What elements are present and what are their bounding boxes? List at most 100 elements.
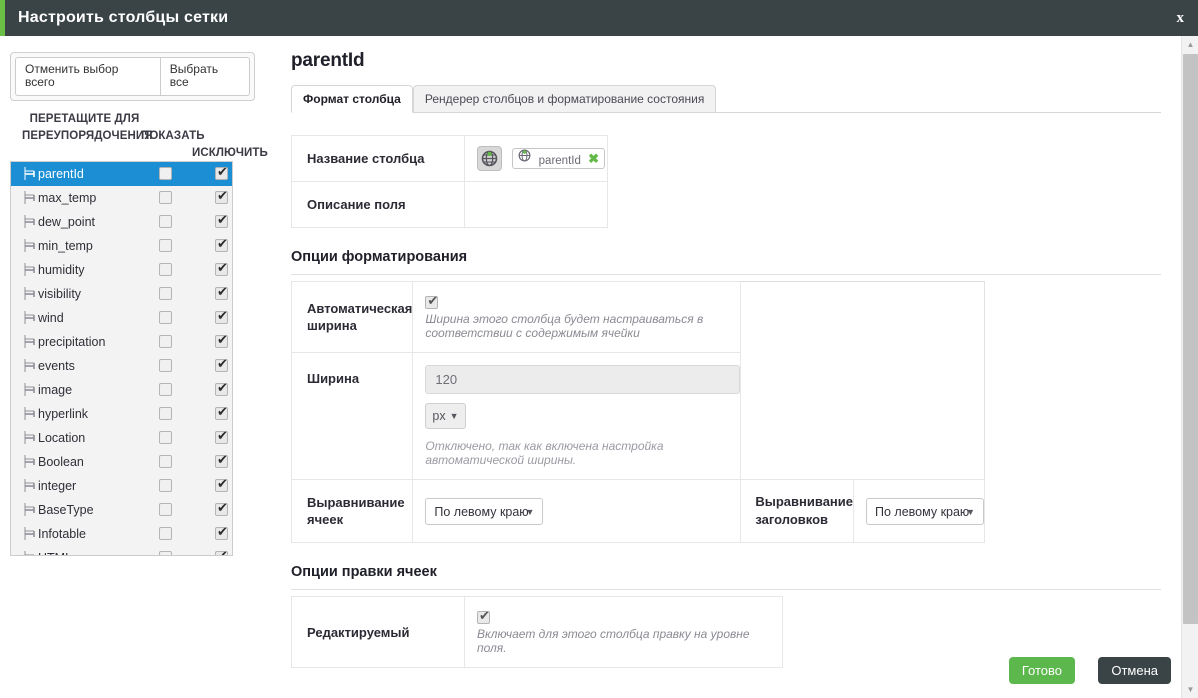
show-checkbox[interactable] — [159, 239, 172, 252]
list-item[interactable]: visibility ✔ — [11, 282, 232, 306]
list-item[interactable]: hyperlink ✔ — [11, 402, 232, 426]
list-item[interactable]: events ✔ — [11, 354, 232, 378]
exclude-checkbox[interactable]: ✔ — [215, 189, 228, 204]
show-checkbox[interactable] — [159, 551, 172, 555]
editable-checkbox[interactable]: ✔ — [477, 609, 490, 625]
show-checkbox[interactable] — [159, 527, 172, 540]
tree-connector-icon — [24, 383, 37, 397]
exclude-checkbox[interactable]: ✔ — [215, 285, 228, 300]
show-checkbox[interactable] — [159, 383, 172, 396]
list-item[interactable]: Location ✔ — [11, 426, 232, 450]
list-item[interactable]: Boolean ✔ — [11, 450, 232, 474]
show-checkbox[interactable] — [159, 455, 172, 468]
list-item[interactable]: precipitation ✔ — [11, 330, 232, 354]
tree-connector-icon — [24, 287, 37, 301]
show-checkbox[interactable] — [159, 359, 172, 372]
formatting-options-table: Автоматическая ширина ✔ Ширина этого сто… — [290, 281, 985, 543]
tab-column-format[interactable]: Формат столбца — [291, 85, 413, 113]
field-description-value[interactable] — [464, 181, 608, 228]
field-description-label: Описание поля — [291, 181, 465, 228]
title-accent-bar — [0, 0, 5, 36]
list-item[interactable]: image ✔ — [11, 378, 232, 402]
chip-label: parentId — [538, 155, 581, 167]
show-checkbox[interactable] — [159, 215, 172, 228]
show-checkbox[interactable] — [159, 431, 172, 444]
exclude-checkbox[interactable]: ✔ — [215, 357, 228, 372]
show-checkbox[interactable] — [159, 479, 172, 492]
show-checkbox[interactable] — [159, 407, 172, 420]
cell-alignment-select[interactable]: По левому краю ▼ — [425, 497, 544, 525]
select-all-button[interactable]: Выбрать все — [159, 57, 250, 96]
auto-width-checkbox[interactable]: ✔ — [425, 294, 439, 310]
header-alignment-cell: По левому краю ▼ — [853, 479, 985, 543]
exclude-checkbox[interactable]: ✔ — [215, 237, 228, 252]
show-checkbox[interactable] — [159, 311, 172, 324]
tree-connector-icon — [24, 359, 37, 373]
exclude-checkbox[interactable]: ✔ — [215, 429, 228, 444]
width-unit-select[interactable]: px ▼ — [425, 403, 466, 429]
column-name-chip[interactable]: parentId ✖ — [512, 148, 605, 169]
show-checkbox[interactable] — [159, 191, 172, 204]
dialog-body: Отменить выбор всего Выбрать все ПЕРЕТАЩ… — [0, 36, 1185, 698]
exclude-checkbox[interactable]: ✔ — [215, 213, 228, 228]
auto-width-value-cell: ✔ Ширина этого столбца будет настраивать… — [412, 281, 742, 353]
list-item[interactable]: BaseType ✔ — [11, 498, 232, 522]
globe-icon-button[interactable] — [477, 146, 502, 171]
close-icon[interactable]: x — [1177, 9, 1185, 27]
list-item-label: Boolean — [38, 455, 84, 469]
vertical-scrollbar[interactable]: ▲ ▼ — [1181, 36, 1198, 698]
deselect-all-button[interactable]: Отменить выбор всего — [15, 57, 160, 96]
list-item-label: Infotable — [38, 527, 86, 541]
exclude-checkbox[interactable]: ✔ — [215, 525, 228, 540]
exclude-checkbox[interactable]: ✔ — [215, 165, 228, 180]
header-alignment-select[interactable]: По левому краю ▼ — [866, 497, 984, 525]
scrollbar-thumb[interactable] — [1183, 54, 1198, 624]
tree-connector-icon — [24, 239, 37, 253]
auto-width-label: Автоматическая ширина — [290, 281, 414, 353]
list-item[interactable]: parentId ✔ — [11, 162, 232, 186]
show-checkbox[interactable] — [159, 263, 172, 276]
list-item[interactable]: humidity ✔ — [11, 258, 232, 282]
formatting-options-title: Опции форматирования — [291, 249, 468, 265]
tree-connector-icon — [24, 503, 37, 517]
edit-divider — [291, 589, 1161, 590]
exclude-checkbox[interactable]: ✔ — [215, 261, 228, 276]
show-checkbox[interactable] — [159, 167, 172, 180]
tree-connector-icon — [24, 167, 37, 181]
chip-remove-icon[interactable]: ✖ — [588, 149, 599, 168]
list-item[interactable]: Infotable ✔ — [11, 522, 232, 546]
exclude-checkbox[interactable]: ✔ — [215, 381, 228, 396]
list-item[interactable]: HTML ✔ — [11, 546, 232, 555]
list-item[interactable]: max_temp ✔ — [11, 186, 232, 210]
list-item[interactable]: wind ✔ — [11, 306, 232, 330]
show-checkbox[interactable] — [159, 287, 172, 300]
tab-column-renderer[interactable]: Рендерер столбцов и форматирование состо… — [412, 85, 717, 113]
done-button[interactable]: Готово — [1008, 657, 1075, 684]
edit-options-title: Опции правки ячеек — [291, 564, 437, 580]
alignment-row: Выравнивание ячеек По левому краю ▼ Вырав… — [290, 479, 985, 543]
scroll-up-icon[interactable]: ▲ — [1182, 36, 1198, 53]
exclude-checkbox[interactable]: ✔ — [215, 477, 228, 492]
list-item-label: precipitation — [38, 335, 106, 349]
show-checkbox[interactable] — [159, 335, 172, 348]
exclude-checkbox[interactable]: ✔ — [215, 549, 228, 555]
header-drag-to-reorder: ПЕРЕТАЩИТЕ ДЛЯ ПЕРЕУПОРЯДОЧЕНИЯ — [22, 113, 153, 142]
exclude-checkbox[interactable]: ✔ — [215, 501, 228, 516]
exclude-checkbox[interactable]: ✔ — [215, 453, 228, 468]
cancel-button[interactable]: Отмена — [1098, 657, 1171, 684]
list-item[interactable]: min_temp ✔ — [11, 234, 232, 258]
chevron-down-icon: ▼ — [525, 506, 535, 517]
exclude-checkbox[interactable]: ✔ — [215, 333, 228, 348]
width-input[interactable]: 120 — [425, 365, 741, 394]
exclude-checkbox[interactable]: ✔ — [215, 405, 228, 420]
tree-connector-icon — [24, 311, 37, 325]
scroll-down-icon[interactable]: ▼ — [1182, 681, 1198, 698]
cell-alignment-cell: По левому краю ▼ — [412, 479, 742, 543]
column-list[interactable]: parentId ✔ max_temp ✔ dew_point ✔ min_temp ✔ hum… — [10, 161, 233, 556]
exclude-checkbox[interactable]: ✔ — [215, 309, 228, 324]
width-unit-value: px — [432, 409, 446, 423]
list-item[interactable]: dew_point ✔ — [11, 210, 232, 234]
list-item[interactable]: integer ✔ — [11, 474, 232, 498]
show-checkbox[interactable] — [159, 503, 172, 516]
formatting-divider — [291, 274, 1161, 275]
